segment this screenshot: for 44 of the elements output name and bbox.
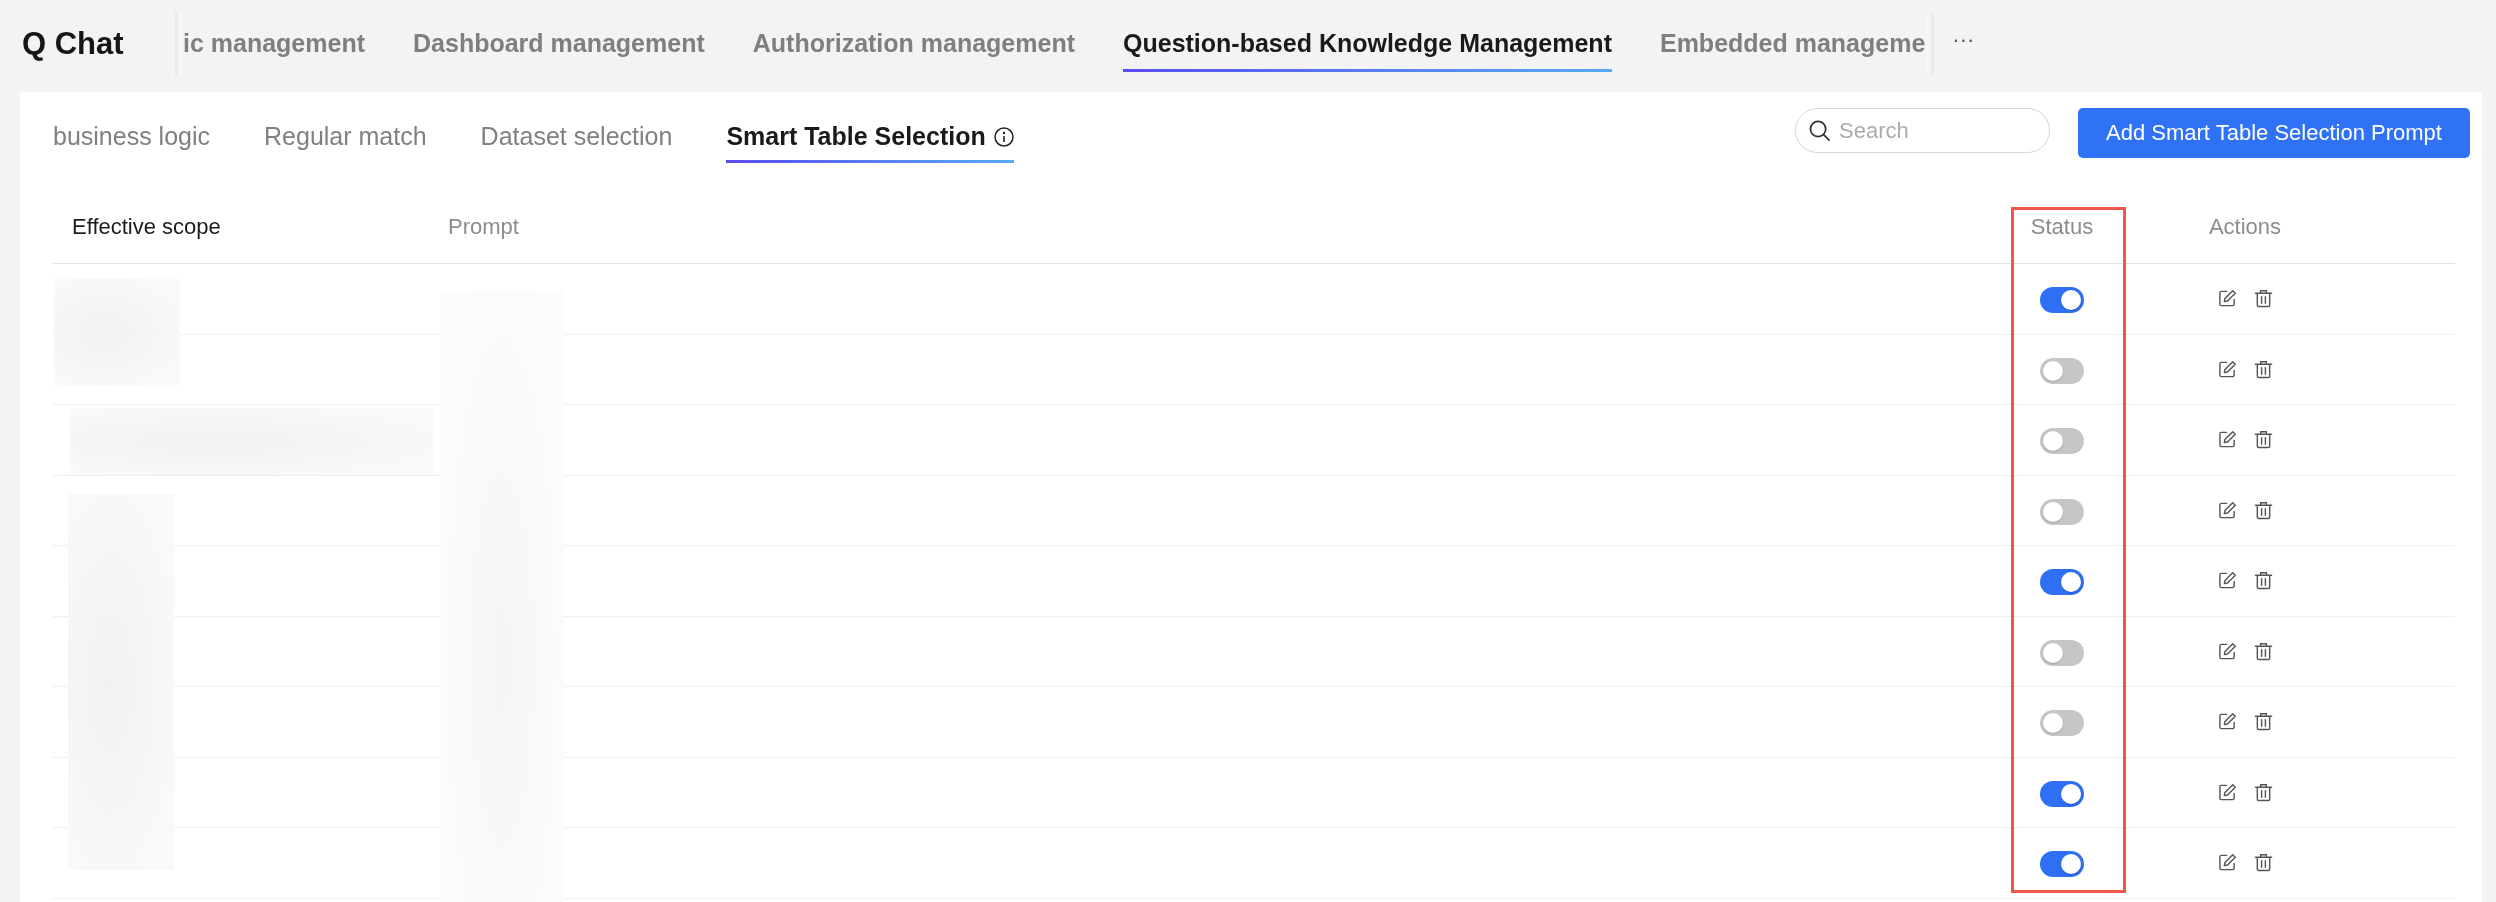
delete-icon[interactable] <box>2253 500 2273 520</box>
status-toggle[interactable] <box>2040 851 2084 878</box>
status-toggle[interactable] <box>2040 357 2084 384</box>
delete-icon[interactable] <box>2253 853 2273 873</box>
status-toggle[interactable] <box>2040 287 2084 314</box>
search-icon <box>1809 120 1830 141</box>
nav-tab[interactable]: ic management <box>183 0 365 72</box>
app-title: Q Chat <box>22 26 125 62</box>
delete-icon[interactable] <box>2253 571 2273 591</box>
sub-tab[interactable]: Regular match <box>264 92 427 163</box>
edit-icon[interactable] <box>2217 571 2237 591</box>
nav-tab[interactable]: Authorization management <box>752 0 1075 72</box>
edit-icon[interactable] <box>2217 430 2237 450</box>
edit-icon[interactable] <box>2217 782 2237 802</box>
status-toggle[interactable] <box>2040 639 2084 666</box>
edit-icon[interactable] <box>2217 712 2237 732</box>
status-toggle[interactable] <box>2040 498 2084 525</box>
info-icon[interactable] <box>993 126 1014 147</box>
column-header: Prompt <box>448 213 519 240</box>
delete-icon[interactable] <box>2253 782 2273 802</box>
column-header: Effective scope <box>72 213 221 240</box>
delete-icon[interactable] <box>2253 641 2273 661</box>
nav-tab[interactable]: Embedded manageme <box>1659 0 1926 72</box>
sub-tab[interactable]: business logic <box>53 92 211 163</box>
delete-icon[interactable] <box>2253 289 2273 309</box>
edit-icon[interactable] <box>2217 853 2237 873</box>
status-toggle[interactable] <box>2040 780 2084 807</box>
delete-icon[interactable] <box>2253 712 2273 732</box>
status-toggle[interactable] <box>2040 428 2084 455</box>
delete-icon[interactable] <box>2253 359 2273 379</box>
delete-icon[interactable] <box>2253 430 2273 450</box>
edit-icon[interactable] <box>2217 500 2237 520</box>
add-prompt-button[interactable]: Add Smart Table Selection Prompt <box>2078 108 2470 158</box>
status-toggle[interactable] <box>2040 710 2084 737</box>
status-toggle[interactable] <box>2040 569 2084 596</box>
edit-icon[interactable] <box>2217 641 2237 661</box>
column-header: Actions <box>2208 213 2282 240</box>
sub-tab[interactable]: Dataset selection <box>480 92 673 163</box>
edit-icon[interactable] <box>2217 359 2237 379</box>
more-tabs-button[interactable]: ··· <box>1952 27 1975 53</box>
search-field[interactable]: Search <box>1795 108 2050 153</box>
nav-tab[interactable]: Dashboard management <box>413 0 705 72</box>
edit-icon[interactable] <box>2217 289 2237 309</box>
column-header: Status <box>2030 213 2094 240</box>
